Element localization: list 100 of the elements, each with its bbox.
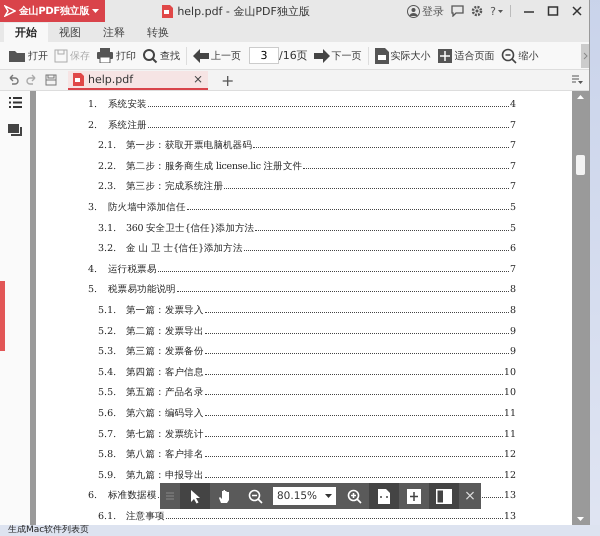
entry-title: 标准数据模 [108, 489, 157, 504]
ribbon-tab[interactable]: 视图 [48, 23, 92, 42]
page-number: 7 [510, 180, 516, 194]
entry-number: 5.5. [98, 386, 118, 400]
zoom-in-icon [346, 488, 362, 504]
pdf-file-icon [73, 72, 84, 86]
entry-number: 2.1. [98, 139, 118, 154]
page-number-field[interactable]: 3 [249, 47, 279, 64]
login-button[interactable]: 登录 [407, 4, 444, 18]
panel-icon [436, 488, 452, 504]
page-number: 11 [504, 428, 516, 442]
zoom-dropdown[interactable]: 80.15% [273, 487, 336, 505]
new-tab-button[interactable]: + [221, 70, 234, 90]
right-arrow-icon [314, 48, 330, 62]
zoom-out-icon [248, 488, 262, 504]
page-number: 7 [510, 139, 516, 154]
page-number: 12 [504, 468, 516, 483]
entry-title: 第四篇：客户信息 [126, 366, 204, 380]
help-button[interactable]: ? [490, 4, 503, 18]
document-tab[interactable]: help.pdf × [68, 70, 208, 90]
actual-size-icon [374, 48, 389, 64]
page-number: 8 [510, 304, 516, 318]
save-icon[interactable] [45, 74, 57, 86]
settings-icon[interactable] [471, 5, 484, 17]
entry-title: 第二步：服务商生成 license.lic 注册文件 [126, 160, 302, 174]
cursor-icon [190, 488, 200, 504]
scroll-up-icon [577, 95, 584, 99]
toolbar-button[interactable]: 缩小 [500, 48, 539, 64]
page-number: 10 [504, 386, 516, 400]
scroll-down-icon [577, 517, 584, 521]
app-menu-button[interactable]: 金山PDF独立版 [0, 0, 105, 22]
entry-title: 税票易功能说明 [108, 283, 176, 298]
outline-icon[interactable] [8, 97, 22, 108]
undo-icon[interactable] [7, 74, 19, 86]
ribbon-tab[interactable]: 转换 [136, 23, 180, 42]
fit-page-icon [407, 488, 422, 504]
entry-number: 5. [88, 283, 98, 298]
maximize-icon[interactable] [547, 5, 559, 17]
ribbon-tab[interactable]: 开始 [4, 23, 48, 42]
scroll-right-button[interactable] [581, 44, 589, 68]
close-icon[interactable] [571, 5, 583, 17]
page-number: 13 [504, 489, 516, 504]
page-number: 6 [510, 242, 516, 256]
entry-title: 第六篇：编码导入 [126, 406, 204, 421]
toolbar-button[interactable]: 打开 [8, 48, 48, 62]
fit-page-icon [436, 48, 453, 64]
user-icon [407, 4, 420, 18]
close-tab-button[interactable]: × [192, 72, 203, 86]
entry-title: 第三步：完成系统注册 [126, 180, 224, 194]
caret-icon [498, 10, 503, 12]
page-number: 8 [510, 283, 516, 298]
search-icon [142, 48, 158, 64]
printer-icon [96, 48, 114, 63]
entry-number: 4. [88, 262, 98, 277]
tab-label: help.pdf [88, 72, 134, 86]
toolbar-button[interactable]: 打印 [96, 48, 136, 63]
zoom-out-icon [500, 48, 517, 64]
entry-title: 金 山 卫 士{信任}添加方法 [126, 242, 243, 256]
entry-title: 第九篇：申报导出 [126, 468, 204, 483]
actual-size-button[interactable] [369, 483, 400, 509]
thumbnails-icon[interactable] [8, 124, 22, 136]
left-arrow-icon [193, 48, 209, 62]
close-toolbar-button[interactable]: × [459, 483, 482, 509]
ribbon-tab[interactable]: 注释 [92, 23, 136, 42]
entry-number: 5.3. [98, 345, 118, 360]
sidebar-toggle-button[interactable] [429, 483, 460, 509]
panel-handle[interactable] [0, 281, 5, 351]
scroll-thumb[interactable] [576, 155, 585, 175]
entry-title: 运行税票易 [108, 262, 157, 277]
entry-title: 系统安装 [108, 98, 147, 112]
page-number: 4 [510, 98, 516, 112]
page-number: 5 [510, 222, 516, 236]
entry-number: 2. [88, 118, 98, 133]
entry-title: 360 安全卫士{信任}添加方法 [126, 222, 254, 236]
entry-number: 5.7. [98, 428, 118, 442]
page-number: 11 [504, 406, 516, 421]
list-menu-icon[interactable] [572, 75, 583, 85]
page-number: 12 [504, 448, 516, 462]
page-total: /16页 [279, 48, 308, 63]
entry-number: 5.2. [98, 324, 118, 339]
select-tool-button[interactable] [180, 483, 210, 509]
folder-icon [8, 48, 26, 62]
entry-number: 6.1. [98, 510, 118, 524]
entry-number: 6. [88, 489, 98, 504]
entry-title: 第五篇：产品名录 [126, 386, 204, 400]
grip-icon[interactable] [166, 491, 174, 501]
toolbar-button[interactable]: 查找 [142, 48, 180, 64]
toolbar-button[interactable]: 实际大小 [374, 48, 431, 64]
entry-title: 第一步：获取开票电脑机器码 [126, 139, 252, 154]
toolbar-button[interactable]: 适合页面 [436, 48, 495, 64]
next-page-button[interactable]: 下一页 [314, 48, 362, 62]
scrollbar[interactable] [572, 91, 589, 525]
chat-icon[interactable] [451, 5, 464, 17]
entry-number: 5.4. [98, 366, 118, 380]
save-icon [54, 48, 68, 62]
page-number: 13 [504, 510, 516, 524]
entry-title: 第八篇：客户排名 [126, 448, 204, 462]
page-number: 7 [510, 160, 516, 174]
entry-title: 第一篇：发票导入 [126, 304, 204, 318]
previous-page-button[interactable]: 上一页 [193, 48, 241, 62]
